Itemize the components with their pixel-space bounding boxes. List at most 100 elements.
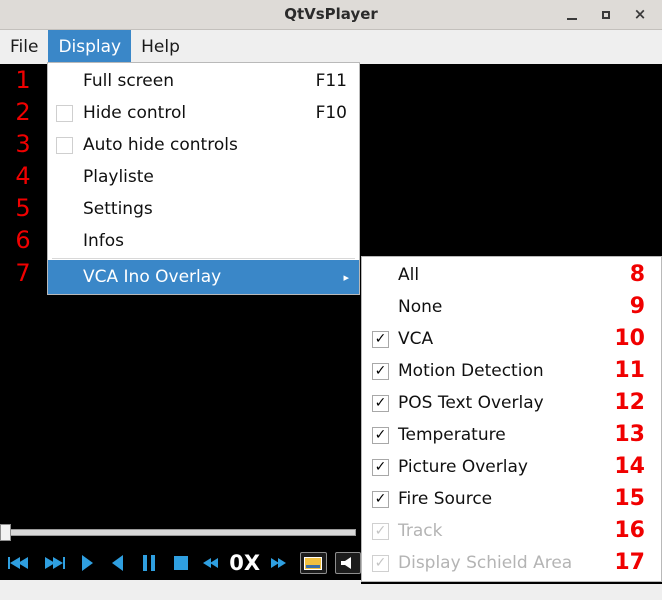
checkbox-checked-icon[interactable]: ✓ (372, 490, 389, 508)
annotation-number: 4 (15, 162, 31, 190)
window-title: QtVsPlayer (284, 5, 378, 23)
display-dropdown-menu: Full screen F11 Hide control F10 Auto hi… (47, 62, 360, 295)
chevron-right-icon: ▸ (343, 270, 349, 284)
submenu-item-display-schield-area: ✓ Display Schield Area 17 (362, 547, 661, 579)
menu-item-label: Infos (83, 231, 125, 251)
submenu-item-pos-text-overlay[interactable]: ✓ POS Text Overlay 12 (362, 387, 661, 419)
annotation-number: 1 (15, 66, 31, 94)
spacer-icon (56, 233, 73, 250)
submenu-item-label: None (398, 297, 443, 317)
checkbox-checked-icon: ✓ (372, 554, 389, 572)
submenu-item-track: ✓ Track 16 (362, 515, 661, 547)
spacer-icon (56, 73, 73, 90)
seek-bar[interactable] (0, 522, 361, 542)
submenu-item-none[interactable]: None 9 (362, 291, 661, 323)
snapshot-button[interactable] (300, 552, 327, 574)
vca-overlay-submenu: All 8 None 9 ✓ VCA 10 ✓ Motion Detection… (361, 256, 662, 582)
submenu-item-label: Track (398, 521, 443, 541)
menubar-item-display[interactable]: Display (48, 30, 132, 64)
submenu-item-label: All (398, 265, 420, 285)
menu-item-infos[interactable]: Infos (48, 225, 359, 257)
annotation-number: 17 (614, 550, 645, 575)
submenu-item-label: Picture Overlay (398, 457, 528, 477)
submenu-item-picture-overlay[interactable]: ✓ Picture Overlay 14 (362, 451, 661, 483)
spacer-icon (56, 201, 73, 218)
menubar-item-help[interactable]: Help (131, 30, 190, 64)
annotation-number: 16 (614, 518, 645, 543)
menu-item-label: Hide control (83, 103, 187, 123)
checkbox-unchecked-icon[interactable] (56, 104, 73, 122)
checkbox-checked-icon[interactable]: ✓ (372, 362, 389, 380)
snapshot-icon (304, 556, 323, 570)
title-bar: QtVsPlayer × (0, 0, 662, 30)
annotation-number: 5 (15, 194, 31, 222)
checkbox-checked-icon[interactable]: ✓ (372, 458, 389, 476)
playback-speed-label: 0X (229, 550, 261, 575)
annotation-numbers-left: 1 2 3 4 5 6 7 (0, 64, 46, 290)
speaker-icon (340, 557, 351, 569)
spacer-icon (372, 299, 389, 316)
submenu-item-label: POS Text Overlay (398, 393, 544, 413)
checkbox-checked-icon: ✓ (372, 522, 389, 540)
submenu-item-fire-source[interactable]: ✓ Fire Source 15 (362, 483, 661, 515)
submenu-item-all[interactable]: All 8 (362, 259, 661, 291)
speed-increase-icon[interactable] (264, 548, 292, 578)
submenu-item-label: Temperature (398, 425, 506, 445)
volume-button[interactable] (334, 552, 361, 574)
menu-item-full-screen[interactable]: Full screen F11 (48, 65, 359, 97)
spacer-icon (56, 169, 73, 186)
submenu-item-label: VCA (398, 329, 434, 349)
annotation-number: 13 (614, 422, 645, 447)
menu-item-label: Auto hide controls (83, 135, 238, 155)
menubar-item-file[interactable]: File (0, 30, 48, 64)
maximize-button[interactable] (598, 7, 614, 23)
menu-item-vca-ino-overlay[interactable]: VCA Ino Overlay ▸ (48, 260, 359, 294)
speed-decrease-icon[interactable] (197, 548, 225, 578)
skip-forward-icon[interactable] (38, 548, 71, 578)
menu-item-shortcut: F11 (315, 71, 347, 91)
checkbox-checked-icon[interactable]: ✓ (372, 426, 389, 444)
pause-icon[interactable] (133, 548, 165, 578)
menu-item-label: Full screen (83, 71, 174, 91)
annotation-number: 15 (614, 486, 645, 511)
playback-control-bar: 0X (0, 520, 361, 580)
stop-icon[interactable] (165, 548, 197, 578)
spacer-icon (372, 267, 389, 284)
checkbox-unchecked-icon[interactable] (56, 136, 73, 154)
menu-item-hide-control[interactable]: Hide control F10 (48, 97, 359, 129)
menu-item-auto-hide-controls[interactable]: Auto hide controls (48, 129, 359, 161)
menu-item-label: Playliste (83, 167, 154, 187)
seek-handle[interactable] (0, 524, 11, 541)
submenu-item-label: Motion Detection (398, 361, 544, 381)
play-icon[interactable] (70, 548, 103, 578)
menu-item-label: Settings (83, 199, 153, 219)
checkbox-checked-icon[interactable]: ✓ (372, 330, 389, 348)
submenu-item-motion-detection[interactable]: ✓ Motion Detection 11 (362, 355, 661, 387)
play-reverse-icon[interactable] (103, 548, 133, 578)
annotation-number: 3 (15, 130, 31, 158)
annotation-number: 14 (614, 454, 645, 479)
window-buttons: × (564, 0, 656, 29)
annotation-number: 9 (629, 294, 645, 319)
spacer-icon (56, 269, 73, 286)
annotation-number: 10 (614, 326, 645, 351)
close-button[interactable]: × (632, 7, 648, 23)
menu-item-settings[interactable]: Settings (48, 193, 359, 225)
menu-item-playliste[interactable]: Playliste (48, 161, 359, 193)
annotation-number: 11 (614, 358, 645, 383)
menu-item-shortcut: F10 (315, 103, 347, 123)
annotation-number: 7 (15, 259, 31, 287)
menu-item-label: VCA Ino Overlay (83, 267, 222, 287)
seek-track[interactable] (8, 529, 356, 536)
menu-bar: File Display Help (0, 30, 662, 64)
checkbox-checked-icon[interactable]: ✓ (372, 394, 389, 412)
minimize-button[interactable] (564, 7, 580, 23)
annotation-number: 8 (629, 262, 645, 287)
menu-separator (52, 258, 355, 259)
skip-backward-icon[interactable] (0, 548, 38, 578)
annotation-number: 6 (15, 226, 31, 254)
submenu-item-temperature[interactable]: ✓ Temperature 13 (362, 419, 661, 451)
annotation-number: 2 (15, 98, 31, 126)
submenu-item-label: Fire Source (398, 489, 493, 509)
submenu-item-vca[interactable]: ✓ VCA 10 (362, 323, 661, 355)
